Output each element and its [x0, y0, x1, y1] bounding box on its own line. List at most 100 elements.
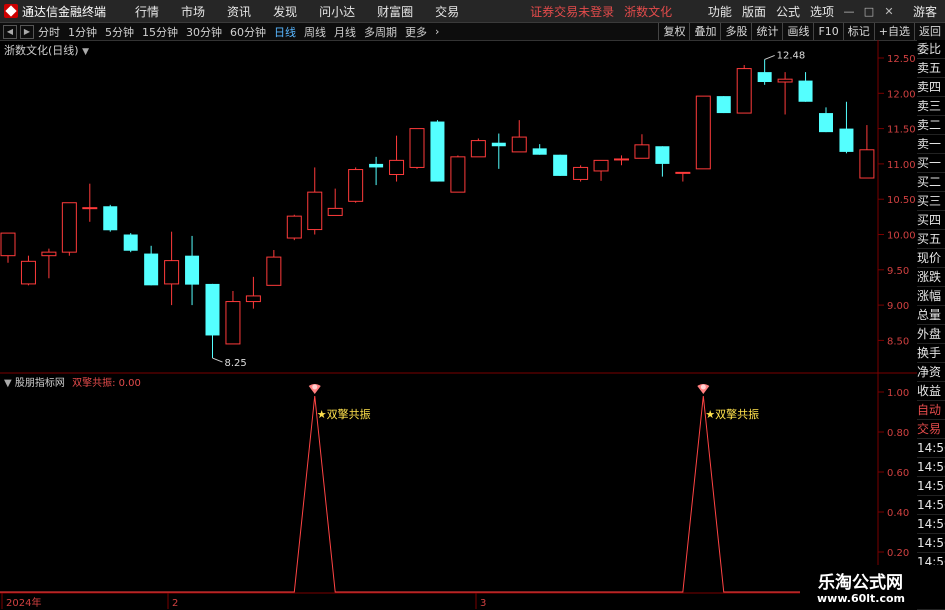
- side-panel-item[interactable]: 涨跌: [917, 268, 945, 287]
- guest-user[interactable]: 游客: [913, 3, 937, 20]
- watermark-title: 乐淘公式网: [818, 573, 903, 593]
- side-panel-item[interactable]: 卖四: [917, 78, 945, 97]
- period-1min[interactable]: 1分钟: [68, 24, 97, 40]
- statistics-button[interactable]: 统计: [751, 23, 782, 40]
- adjust-button[interactable]: 复权: [658, 23, 689, 40]
- candle: [839, 101, 854, 154]
- maximize-icon[interactable]: □: [861, 3, 877, 19]
- kline-chart[interactable]: 12.48 8.25 12.50 12.00 11.50 11.00 10.50 10.00…: [0, 40, 917, 609]
- candle: [634, 134, 650, 159]
- indicator-label: 双擎共振: [72, 378, 113, 389]
- menu-wealth[interactable]: 财富圈: [377, 3, 413, 20]
- candle-body: [777, 78, 793, 83]
- side-panel-item[interactable]: 14:56: [917, 515, 945, 534]
- prev-arrow-icon[interactable]: ◀: [3, 24, 17, 39]
- candle: [123, 233, 138, 253]
- candle: [205, 283, 220, 359]
- side-panel-item[interactable]: 卖二: [917, 116, 945, 135]
- multi-stock-button[interactable]: 多股: [720, 23, 751, 40]
- period-daily[interactable]: 日线: [274, 24, 296, 40]
- indicator-settings-icon[interactable]: ▼: [4, 378, 12, 389]
- price-tick-label: 10.50: [887, 195, 916, 206]
- indicator-name[interactable]: 股朋指标网: [15, 378, 65, 389]
- menu-market[interactable]: 市场: [181, 3, 205, 20]
- candle: [225, 290, 241, 345]
- candle: [511, 120, 527, 153]
- side-panel-item[interactable]: 自动: [917, 401, 945, 420]
- menu-function[interactable]: 功能: [708, 3, 732, 20]
- side-panel-item[interactable]: 涨幅: [917, 287, 945, 306]
- period-more[interactable]: 更多: [405, 24, 427, 40]
- candle: [369, 156, 384, 186]
- period-multi[interactable]: 多周期: [364, 24, 397, 40]
- chevron-right-icon[interactable]: ›: [435, 25, 439, 38]
- add-watchlist-button[interactable]: +自选: [873, 23, 914, 40]
- side-panel-item[interactable]: 14:56: [917, 439, 945, 458]
- menu-options[interactable]: 选项: [810, 3, 834, 20]
- side-panel-item[interactable]: 收益: [917, 382, 945, 401]
- period-monthly[interactable]: 月线: [334, 24, 356, 40]
- side-panel-item[interactable]: 14:56: [917, 477, 945, 496]
- overlay-button[interactable]: 叠加: [689, 23, 720, 40]
- candle-body: [286, 215, 302, 239]
- menu-quotes[interactable]: 行情: [135, 3, 159, 20]
- period-toolbar: ◀ ▶ 分时 1分钟 5分钟 15分钟 30分钟 60分钟 日线 周线 月线 多…: [0, 23, 945, 41]
- side-panel-item[interactable]: 总量: [917, 306, 945, 325]
- side-panel-item[interactable]: 委比: [917, 40, 945, 59]
- period-weekly[interactable]: 周线: [304, 24, 326, 40]
- side-panel-item[interactable]: 14:56: [917, 458, 945, 477]
- candle: [144, 245, 159, 286]
- menu-ask[interactable]: 问小达: [319, 3, 355, 20]
- candle-body: [409, 128, 425, 168]
- candle: [286, 214, 302, 241]
- close-icon[interactable]: ✕: [881, 3, 897, 19]
- side-panel-item[interactable]: 卖三: [917, 97, 945, 116]
- candle: [593, 159, 609, 181]
- menu-layout[interactable]: 版面: [742, 3, 766, 20]
- period-15min[interactable]: 15分钟: [142, 24, 178, 40]
- period-intraday[interactable]: 分时: [38, 24, 60, 40]
- candle-body: [553, 154, 568, 176]
- price-tick-label: 11.00: [887, 160, 916, 171]
- side-panel-item[interactable]: 卖五: [917, 59, 945, 78]
- menu-news[interactable]: 资讯: [227, 3, 251, 20]
- candle: [757, 59, 772, 85]
- candle-body: [245, 295, 261, 303]
- candle: [430, 120, 445, 182]
- candle-body: [307, 191, 323, 231]
- side-panel-item[interactable]: 交易: [917, 420, 945, 439]
- mark-button[interactable]: 标记: [842, 23, 874, 40]
- next-arrow-icon[interactable]: ▶: [20, 24, 34, 39]
- side-panel-item[interactable]: 换手: [917, 344, 945, 363]
- menu-discover[interactable]: 发现: [273, 3, 297, 20]
- candle-body: [103, 206, 118, 231]
- side-panel-item[interactable]: 买一: [917, 154, 945, 173]
- menu-formula[interactable]: 公式: [776, 3, 800, 20]
- f10-button[interactable]: F10: [813, 23, 842, 40]
- draw-line-button[interactable]: 画线: [782, 23, 813, 40]
- side-panel-item[interactable]: 14:56: [917, 534, 945, 553]
- menu-trade[interactable]: 交易: [435, 3, 459, 20]
- side-panel-item[interactable]: 现价: [917, 249, 945, 268]
- candle-body: [327, 207, 343, 216]
- period-30min[interactable]: 30分钟: [186, 24, 222, 40]
- side-panel-item[interactable]: 净资: [917, 363, 945, 382]
- candle: [245, 276, 261, 309]
- side-panel-item[interactable]: 卖一: [917, 135, 945, 154]
- signal-label: ★双擎共振: [705, 407, 759, 421]
- period-60min[interactable]: 60分钟: [230, 24, 266, 40]
- side-panel-item[interactable]: 买三: [917, 192, 945, 211]
- candle: [798, 72, 813, 102]
- chevron-down-icon[interactable]: ▼: [82, 47, 89, 57]
- side-panel-item[interactable]: 买五: [917, 230, 945, 249]
- side-panel-item[interactable]: 14:56: [917, 496, 945, 515]
- period-5min[interactable]: 5分钟: [105, 24, 134, 40]
- candle: [553, 154, 568, 176]
- side-panel-item[interactable]: 买四: [917, 211, 945, 230]
- side-panel-item[interactable]: 买二: [917, 173, 945, 192]
- side-panel-item[interactable]: 外盘: [917, 325, 945, 344]
- candle: [491, 133, 506, 169]
- back-button[interactable]: 返回: [914, 23, 945, 40]
- trade-login-status[interactable]: 证券交易未登录: [530, 3, 614, 20]
- minimize-icon[interactable]: —: [841, 3, 857, 19]
